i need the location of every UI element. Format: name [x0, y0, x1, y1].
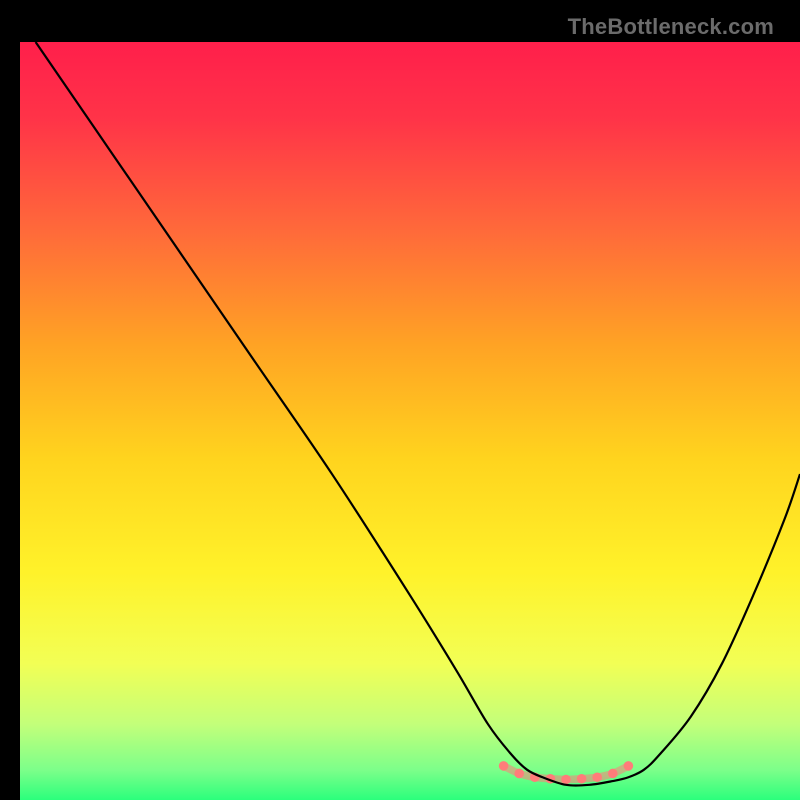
optimal-marker	[592, 772, 602, 782]
gradient-background	[20, 42, 800, 800]
chart-frame: TheBottleneck.com	[10, 10, 790, 790]
bottleneck-chart	[20, 42, 800, 800]
optimal-marker	[499, 761, 509, 771]
optimal-marker	[514, 769, 524, 779]
optimal-marker	[577, 774, 587, 784]
watermark-text: TheBottleneck.com	[568, 14, 774, 40]
optimal-marker	[624, 761, 634, 771]
optimal-marker	[608, 769, 618, 779]
optimal-marker	[561, 775, 571, 785]
plot-area	[20, 42, 800, 800]
